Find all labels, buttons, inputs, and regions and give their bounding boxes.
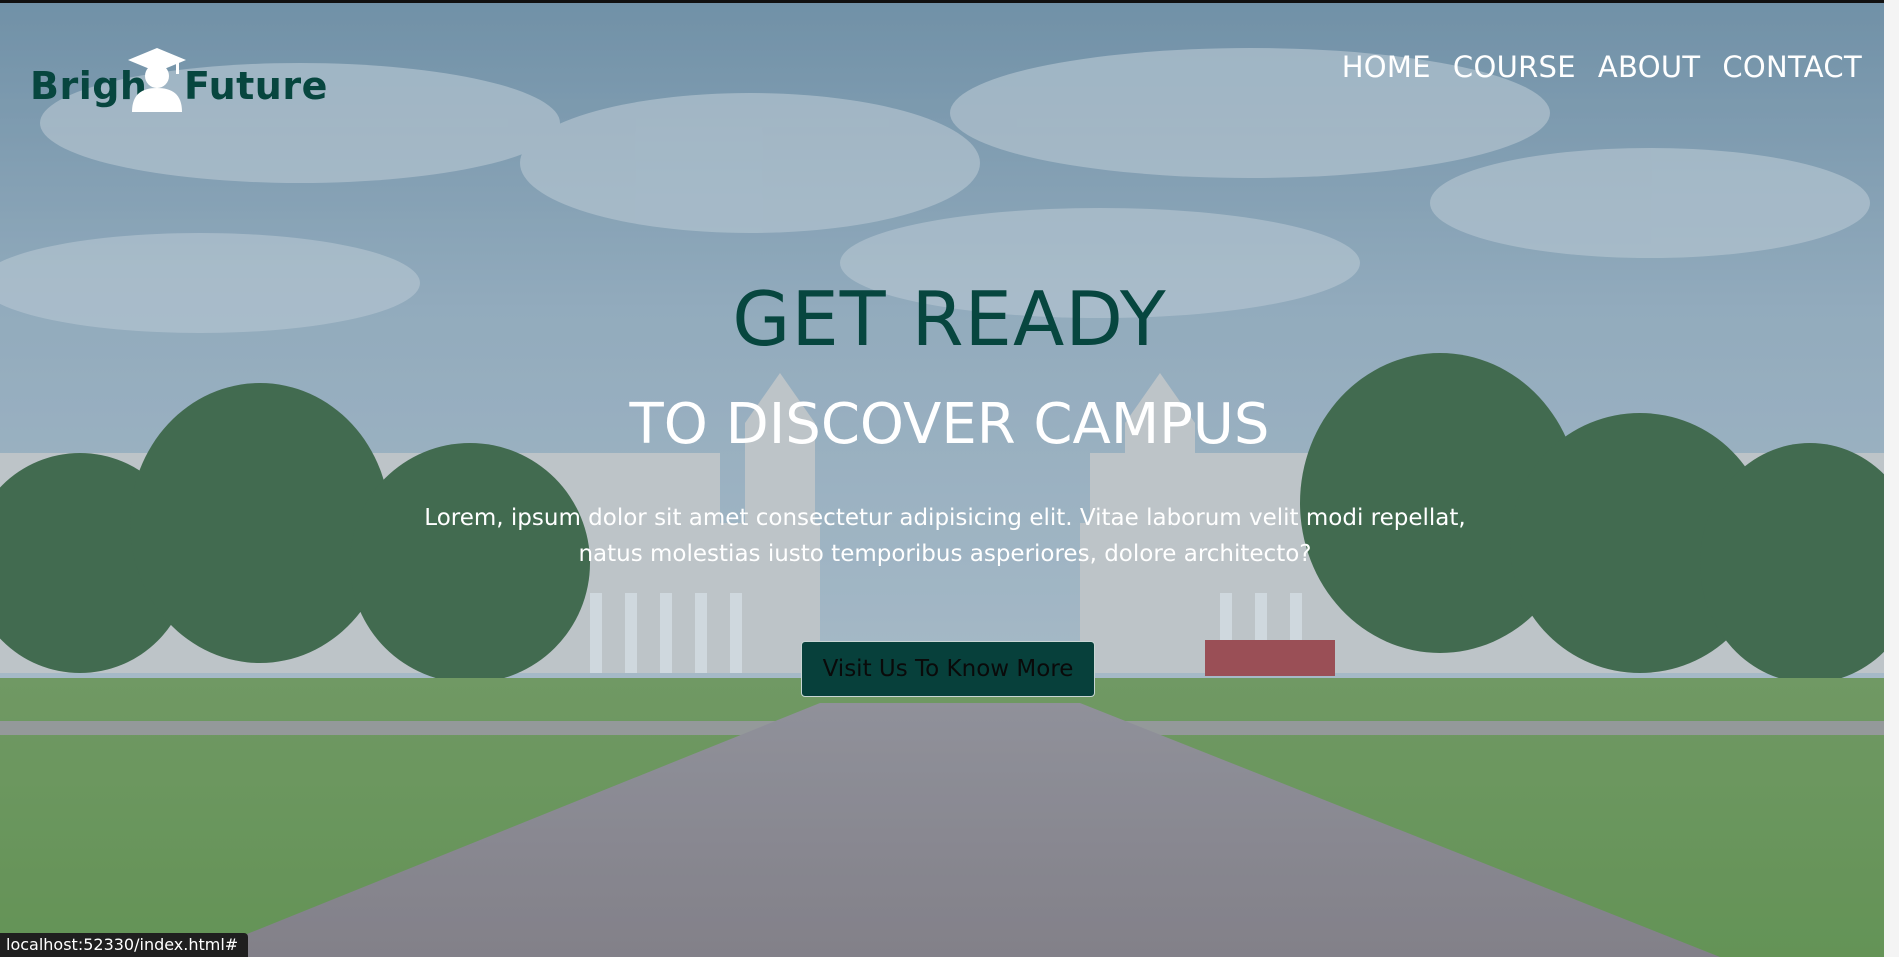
scrollbar-track[interactable] (1884, 0, 1899, 957)
hero-description-line-1: Lorem, ipsum dolor sit amet consectetur … (424, 505, 1466, 531)
status-bar-url: localhost:52330/index.html# (0, 933, 249, 957)
hero-background-image (0, 3, 1899, 957)
hero-description-line-2: natus molestias iusto temporibus asperio… (578, 541, 1312, 567)
main-nav: HOME COURSE ABOUT CONTACT (1342, 50, 1862, 84)
nav-link-about[interactable]: ABOUT (1598, 50, 1701, 84)
page: Brigh Future HOME COURSE ABOUT CONTACT G… (0, 0, 1899, 957)
hero-description: Lorem, ipsum dolor sit amet consectetur … (395, 500, 1495, 572)
nav-link-home[interactable]: HOME (1342, 50, 1431, 84)
logo-text-right: Future (184, 64, 328, 108)
nav-link-course[interactable]: COURSE (1453, 50, 1576, 84)
visit-us-button[interactable]: Visit Us To Know More (801, 641, 1095, 697)
hero-title: GET READY (732, 275, 1167, 363)
hero-subtitle: TO DISCOVER CAMPUS (629, 392, 1270, 457)
brand-logo[interactable]: Brigh Future (30, 46, 330, 116)
top-border (0, 0, 1899, 3)
graduate-icon (128, 48, 186, 112)
nav-link-contact[interactable]: CONTACT (1722, 50, 1862, 84)
